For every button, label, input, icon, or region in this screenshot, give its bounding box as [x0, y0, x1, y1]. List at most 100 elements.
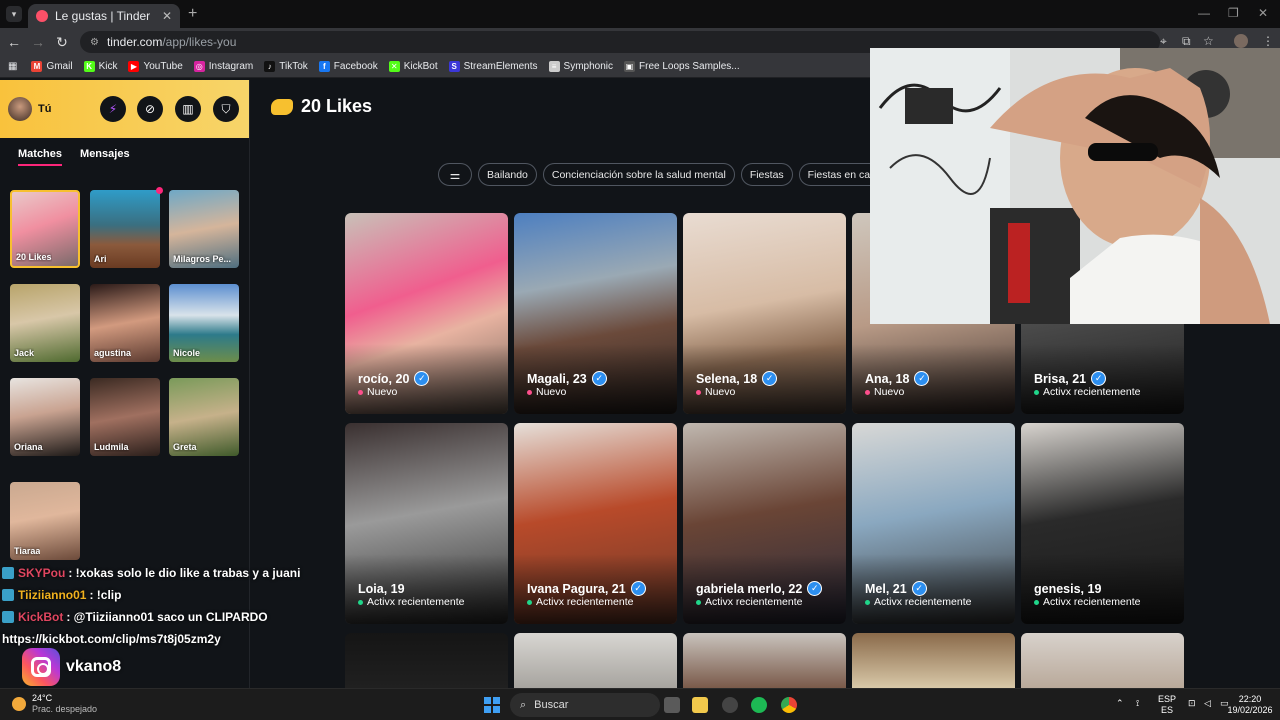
status-dot-icon: [1034, 599, 1039, 605]
language-indicator[interactable]: ESP ES: [1158, 694, 1176, 716]
like-card[interactable]: gabriela merlo, 22 ✓ Activx recientemente: [683, 423, 846, 624]
bookmark-favicon-icon: ≡: [548, 61, 560, 72]
user-name[interactable]: Tú: [38, 103, 51, 115]
boost-icon[interactable]: ⚡: [100, 96, 126, 122]
like-card[interactable]: [1021, 633, 1184, 688]
close-window-icon[interactable]: ✕: [1258, 6, 1268, 20]
maximize-icon[interactable]: ❐: [1228, 6, 1239, 20]
like-card[interactable]: Mel, 21 ✓ Activx recientemente: [852, 423, 1015, 624]
clock-date: 19/02/2026: [1227, 705, 1273, 715]
bookmark-symphonic[interactable]: ≡ Symphonic: [548, 61, 613, 72]
tab-matches[interactable]: Matches: [18, 148, 63, 166]
chip-salud-mental[interactable]: Concienciación sobre la salud mental: [542, 163, 735, 186]
new-tab-icon[interactable]: +: [188, 5, 197, 23]
match-card[interactable]: Nicole: [169, 284, 239, 362]
tab-close-icon[interactable]: ✕: [162, 9, 172, 23]
url-path: /app/likes-you: [162, 35, 237, 49]
match-card[interactable]: agustina: [90, 284, 160, 362]
windows-start-icon[interactable]: [484, 697, 500, 713]
card-name: Ivana Pagura, 21: [527, 581, 626, 596]
chip-bailando[interactable]: Bailando: [478, 163, 537, 186]
match-card[interactable]: Ari: [90, 190, 160, 268]
install-app-icon[interactable]: ⧉: [1182, 34, 1191, 49]
like-card[interactable]: genesis, 19 Activx recientemente: [1021, 423, 1184, 624]
bookmark-youtube[interactable]: ▶ YouTube: [128, 61, 183, 72]
verified-badge-icon: ✓: [414, 371, 430, 386]
bookmark-star-icon[interactable]: ☆: [1203, 34, 1214, 48]
forward-icon[interactable]: →: [26, 34, 50, 50]
minimize-icon[interactable]: —: [1198, 6, 1210, 20]
like-card[interactable]: Selena, 18 ✓ Nuevo: [683, 213, 846, 414]
location-icon[interactable]: ⌖: [1160, 34, 1167, 49]
clock-time: 22:20: [1238, 694, 1262, 704]
tab-mensajes[interactable]: Mensajes: [80, 148, 130, 166]
status-dot-icon: [1034, 389, 1039, 395]
match-name: agustina: [94, 348, 132, 358]
menu-kebab-icon[interactable]: ⋮: [1262, 34, 1274, 48]
chat-line: KickBot: @Tiiziianno01 saco un CLIPARDO: [0, 606, 430, 628]
match-card[interactable]: Oriana: [10, 378, 80, 456]
briefcase-icon[interactable]: ▥: [175, 96, 201, 122]
bookmark-facebook[interactable]: f Facebook: [318, 61, 378, 72]
bookmark-label: Gmail: [46, 61, 73, 72]
chip-fiestas[interactable]: Fiestas: [740, 163, 793, 186]
task-view-icon[interactable]: [664, 697, 680, 713]
like-card[interactable]: [683, 633, 846, 688]
reload-icon[interactable]: ↻: [50, 34, 74, 51]
bookmark-favicon-icon: ♪: [264, 61, 276, 72]
bookmark-free-loops-samples[interactable]: ▣ Free Loops Samples...: [624, 61, 740, 72]
like-card[interactable]: [514, 633, 677, 688]
match-card[interactable]: Greta: [169, 378, 239, 456]
bookmark-instagram[interactable]: ◎ Instagram: [193, 61, 253, 72]
verified-badge-icon: ✓: [591, 371, 607, 386]
tab-search-icon[interactable]: ▾: [6, 6, 22, 22]
filter-sliders-icon[interactable]: ⚌: [438, 163, 472, 186]
bookmark-kickbot[interactable]: ✕ KickBot: [388, 61, 438, 72]
user-avatar[interactable]: [8, 97, 32, 121]
like-card[interactable]: Ivana Pagura, 21 ✓ Activx recientemente: [514, 423, 677, 624]
spotify-icon[interactable]: [751, 697, 767, 713]
weather-widget[interactable]: 24°C Prac. despejado: [12, 693, 97, 715]
wifi-icon[interactable]: ⊡: [1188, 698, 1196, 709]
taskbar-search[interactable]: ⌕ Buscar: [510, 693, 660, 717]
like-card[interactable]: rocío, 20 ✓ Nuevo: [345, 213, 508, 414]
obs-icon[interactable]: [722, 697, 738, 713]
file-explorer-icon[interactable]: [692, 697, 708, 713]
lang-region: ES: [1161, 705, 1174, 715]
back-icon[interactable]: ←: [2, 34, 26, 50]
profile-avatar[interactable]: [1234, 34, 1248, 48]
bookmark-kick[interactable]: K Kick: [83, 61, 117, 72]
match-card[interactable]: Jack: [10, 284, 80, 362]
site-info-icon[interactable]: ⚙: [90, 37, 99, 48]
volume-icon[interactable]: ◁: [1204, 698, 1211, 709]
explore-compass-icon[interactable]: ⊘: [137, 96, 163, 122]
verified-badge-icon: ✓: [807, 581, 823, 596]
match-name: Ari: [94, 254, 107, 264]
bookmark-tiktok[interactable]: ♪ TikTok: [264, 61, 308, 72]
browser-tab[interactable]: Le gustas | Tinder ✕: [28, 4, 180, 28]
card-status: Activx recientemente: [874, 596, 972, 608]
card-name-row: Selena, 18 ✓: [696, 371, 778, 386]
network-pen-icon[interactable]: ⟟: [1136, 698, 1139, 709]
match-name: Greta: [173, 442, 197, 452]
chrome-icon[interactable]: [781, 697, 797, 713]
tray-chevron-icon[interactable]: ⌃: [1116, 698, 1124, 709]
bookmark-gmail[interactable]: M Gmail: [31, 61, 73, 72]
match-name: Tiaraa: [14, 546, 41, 556]
match-card[interactable]: Ludmila: [90, 378, 160, 456]
shield-icon[interactable]: ⛉: [213, 96, 239, 122]
sun-icon: [12, 697, 26, 711]
status-dot-icon: [865, 599, 870, 605]
status-dot-icon: [696, 389, 701, 395]
like-card[interactable]: Magali, 23 ✓ Nuevo: [514, 213, 677, 414]
match-card[interactable]: Milagros Pe...: [169, 190, 239, 268]
clock[interactable]: 22:20 19/02/2026: [1226, 694, 1274, 716]
bookmark-label: Symphonic: [563, 61, 613, 72]
match-card[interactable]: Tiaraa: [10, 482, 80, 560]
like-card[interactable]: [852, 633, 1015, 688]
apps-grid-icon[interactable]: ▦: [8, 61, 17, 72]
bookmark-streamelements[interactable]: S StreamElements: [448, 61, 538, 72]
likes-counter-card[interactable]: 20 Likes: [10, 190, 80, 268]
card-status: Activx recientemente: [705, 596, 803, 608]
status-dot-icon: [527, 599, 532, 605]
